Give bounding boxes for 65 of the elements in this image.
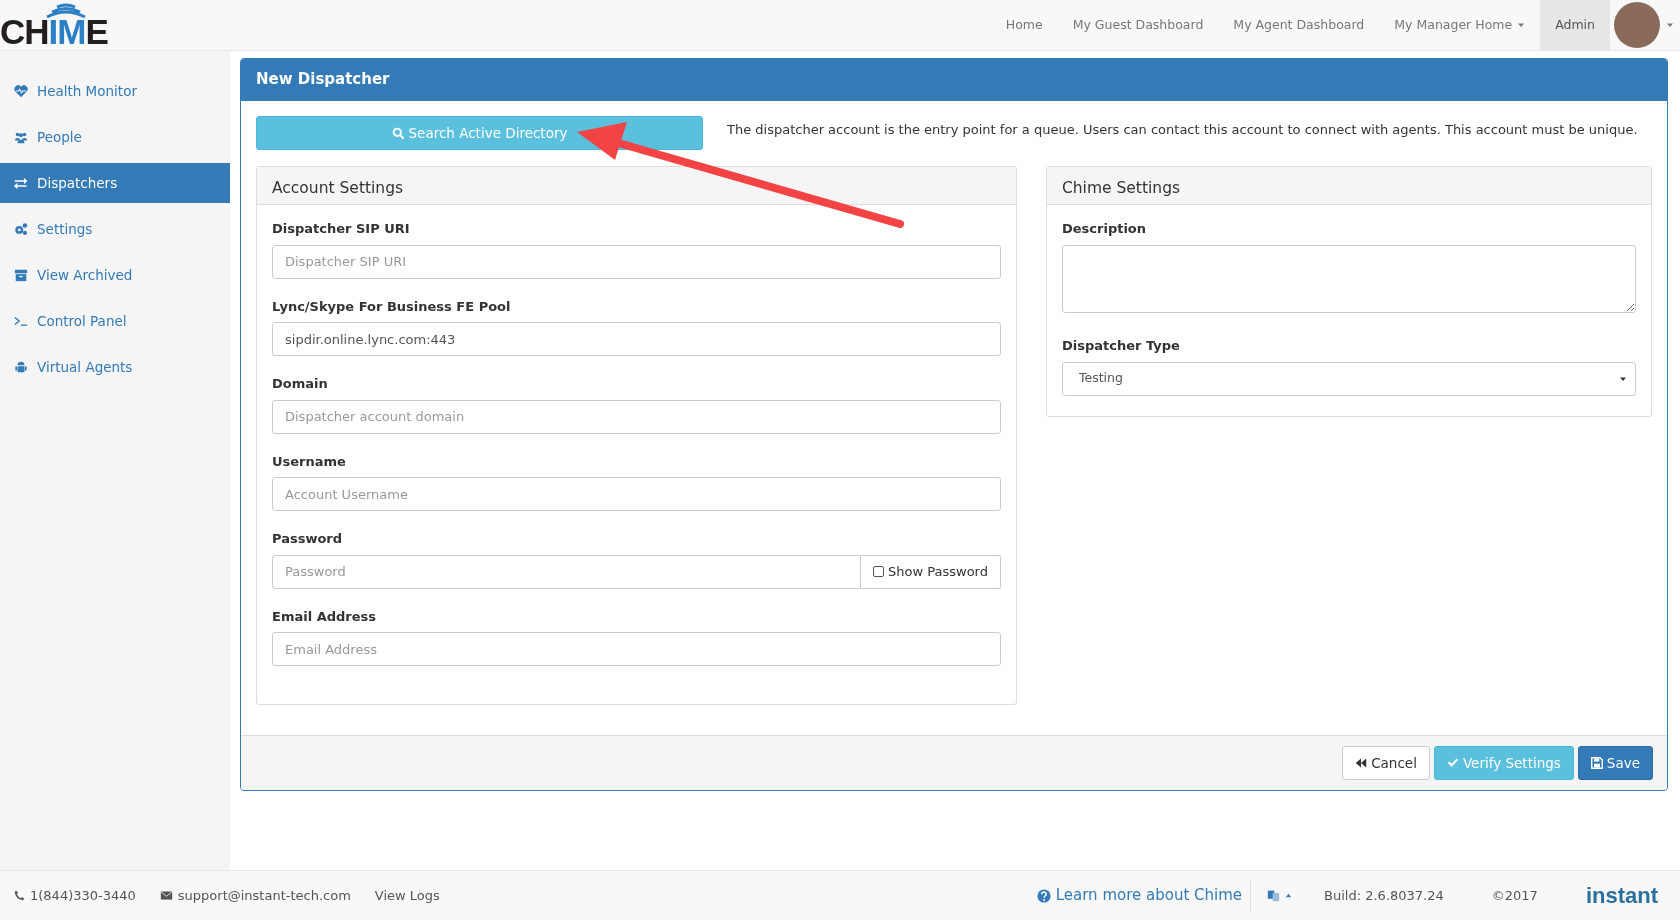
sidebar-item[interactable]: Dispatchers bbox=[0, 163, 230, 203]
sidebar-item[interactable]: Health Monitor bbox=[0, 71, 230, 111]
sidebar-item[interactable]: Control Panel bbox=[0, 301, 230, 341]
chime-logo: CHIME bbox=[0, 14, 108, 50]
nav-link[interactable]: My Guest Dashboard bbox=[1057, 0, 1219, 50]
copyright: ©2017 bbox=[1491, 886, 1538, 905]
heart-pulse-icon bbox=[14, 84, 28, 98]
toggle-label: Show Password bbox=[888, 562, 988, 581]
save-button[interactable]: Save bbox=[1577, 746, 1653, 780]
select-field[interactable]: Testing bbox=[1061, 361, 1636, 396]
checkbox[interactable] bbox=[873, 566, 885, 577]
instant-logo: instant bbox=[1585, 884, 1658, 907]
field-label: Dispatcher SIP URI bbox=[272, 220, 411, 238]
input-field[interactable]: sipdir.online.lync.com:443 bbox=[272, 322, 1001, 356]
exchange-arrows-icon bbox=[14, 176, 28, 190]
translate-icon bbox=[1267, 889, 1281, 902]
input-field[interactable]: Email Address bbox=[272, 632, 1001, 666]
people-icon bbox=[14, 130, 28, 144]
sidebar-item[interactable]: Virtual Agents bbox=[0, 347, 230, 387]
envelope-icon bbox=[159, 889, 173, 902]
terminal-icon bbox=[14, 314, 28, 328]
backward-icon bbox=[1355, 757, 1368, 769]
field-label: Lync/Skype For Business FE Pool bbox=[272, 297, 512, 316]
cancel-button[interactable]: Cancel bbox=[1342, 746, 1430, 780]
search-icon bbox=[391, 126, 405, 140]
caret-icon bbox=[1285, 892, 1293, 899]
caret-icon bbox=[1666, 21, 1674, 29]
field-label: Email Address bbox=[272, 607, 377, 626]
password-field[interactable]: Password bbox=[272, 554, 862, 589]
input-field[interactable]: Dispatcher account domain bbox=[272, 399, 1001, 434]
phone-icon bbox=[14, 890, 25, 901]
panel-title: New Dispatcher bbox=[241, 59, 1667, 101]
textarea-field[interactable] bbox=[1061, 244, 1636, 313]
nav-link[interactable]: My Agent Dashboard bbox=[1218, 0, 1380, 50]
robot-icon bbox=[14, 360, 28, 374]
email-link[interactable]: support@instant-tech.com bbox=[159, 885, 351, 906]
show-password-toggle[interactable]: Show Password bbox=[861, 554, 1001, 589]
field-label: Password bbox=[272, 530, 344, 548]
select-value: Testing bbox=[1078, 369, 1123, 388]
sidebar-item[interactable]: People bbox=[0, 117, 230, 157]
learn-more-link[interactable]: Learn more about Chime bbox=[1036, 884, 1251, 907]
field-label: Domain bbox=[272, 375, 329, 393]
caret-icon bbox=[1517, 21, 1526, 29]
field-label: Description bbox=[1061, 220, 1148, 238]
check-icon bbox=[1446, 757, 1459, 769]
sidebar-item[interactable]: View Archived bbox=[0, 255, 230, 295]
gears-icon bbox=[14, 222, 28, 236]
field-label: Username bbox=[272, 452, 347, 471]
intro-text: The dispatcher account is the entry point for a queue. Users can contact this account to connect with agents. This account must be unique. bbox=[727, 121, 1638, 139]
section-title: Chime Settings bbox=[1046, 167, 1651, 205]
view-logs-link[interactable]: View Logs bbox=[374, 885, 440, 906]
nav-link[interactable]: Admin bbox=[1540, 0, 1610, 50]
nav-link[interactable]: My Manager Home bbox=[1379, 0, 1541, 50]
avatar[interactable] bbox=[1614, 2, 1660, 48]
input-field[interactable]: Account Username bbox=[272, 477, 1001, 511]
help-icon bbox=[1036, 888, 1051, 903]
nav-link[interactable]: Home bbox=[990, 0, 1058, 50]
build-number: Build: 2.6.8037.24 bbox=[1324, 886, 1444, 905]
field-label: Dispatcher Type bbox=[1061, 337, 1181, 356]
archive-box-icon bbox=[14, 268, 28, 282]
sidebar-item[interactable]: Settings bbox=[0, 209, 230, 249]
input-field[interactable]: Dispatcher SIP URI bbox=[272, 244, 1001, 279]
section-title: Account Settings bbox=[257, 167, 1016, 205]
signal-waves-icon bbox=[44, 3, 88, 20]
phone-number: 1(844)330-3440 bbox=[14, 885, 136, 906]
